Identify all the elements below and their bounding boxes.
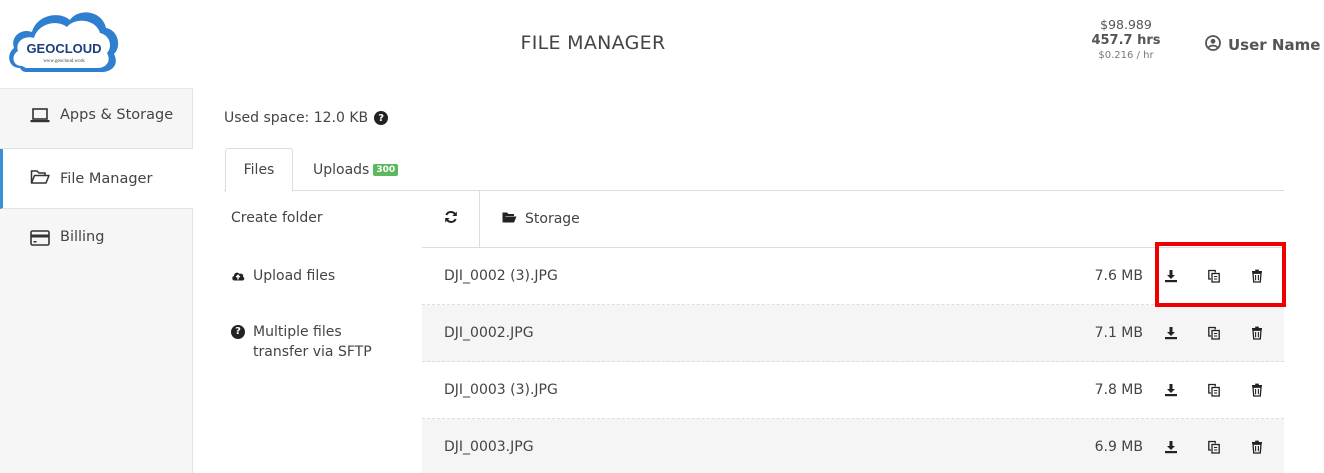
trash-icon[interactable] bbox=[1250, 326, 1264, 340]
file-row[interactable]: DJI_0003.JPG 6.9 MB bbox=[422, 419, 1284, 473]
user-circle-icon bbox=[1205, 35, 1221, 55]
sftp-transfer-link[interactable]: ? Multiple files transfer via SFTP bbox=[231, 322, 372, 362]
question-circle-icon: ? bbox=[231, 325, 245, 339]
logo-url: www.geocloud.work bbox=[43, 59, 85, 64]
uploads-count-badge: 300 bbox=[373, 163, 399, 176]
file-browser: Storage DJI_0002 (3).JPG 7.6 MB DJI_0002… bbox=[422, 190, 1284, 473]
used-space-text: Used space: 12.0 KB bbox=[224, 110, 369, 126]
download-icon[interactable] bbox=[1164, 326, 1178, 340]
file-size: 7.8 MB bbox=[1094, 382, 1143, 398]
question-circle-icon[interactable]: ? bbox=[374, 111, 389, 125]
create-folder-button[interactable]: Create folder bbox=[231, 208, 323, 228]
file-name[interactable]: DJI_0003.JPG bbox=[444, 439, 534, 455]
breadcrumb-storage: Storage bbox=[525, 211, 580, 227]
file-name[interactable]: DJI_0002.JPG bbox=[444, 325, 534, 341]
sftp-line-2: transfer via SFTP bbox=[253, 344, 372, 360]
folder-open-icon bbox=[30, 168, 50, 190]
create-folder-label: Create folder bbox=[231, 210, 323, 226]
highlight-box bbox=[1155, 242, 1286, 307]
sidebar-item-label: Apps & Storage bbox=[60, 107, 174, 123]
browser-toolbar: Storage bbox=[422, 190, 1284, 248]
breadcrumb[interactable]: Storage bbox=[480, 211, 580, 228]
sftp-line-1: Multiple files bbox=[253, 324, 342, 340]
usage-summary: $98.989 457.7 hrs $0.216 / hr bbox=[1088, 18, 1164, 63]
tab-uploads-label: Uploads bbox=[313, 161, 370, 178]
user-menu[interactable]: User Name bbox=[1205, 35, 1320, 55]
sidebar: Apps & Storage File Manager Billing bbox=[0, 88, 193, 473]
sftp-label: Multiple files transfer via SFTP bbox=[253, 322, 372, 362]
tab-files[interactable]: Files bbox=[225, 148, 293, 192]
laptop-icon bbox=[30, 107, 50, 129]
hourly-rate: $0.216 / hr bbox=[1098, 50, 1154, 61]
hours-used: 457.7 hrs bbox=[1091, 33, 1161, 48]
trash-icon[interactable] bbox=[1250, 440, 1264, 454]
copy-icon[interactable] bbox=[1207, 383, 1221, 397]
copy-icon[interactable] bbox=[1207, 326, 1221, 340]
upload-files-label: Upload files bbox=[253, 268, 336, 284]
file-name[interactable]: DJI_0002 (3).JPG bbox=[444, 268, 558, 284]
tab-uploads[interactable]: Uploads 300 bbox=[313, 148, 399, 191]
sidebar-item-apps-storage[interactable]: Apps & Storage bbox=[0, 89, 192, 149]
used-space: Used space: 12.0 KB ? bbox=[224, 110, 389, 126]
file-row[interactable]: DJI_0002.JPG 7.1 MB bbox=[422, 305, 1284, 362]
sidebar-item-file-manager[interactable]: File Manager bbox=[0, 149, 193, 209]
copy-icon[interactable] bbox=[1207, 440, 1221, 454]
credit-card-icon bbox=[30, 229, 50, 251]
cloud-upload-icon bbox=[231, 266, 245, 289]
balance: $98.989 bbox=[1100, 17, 1152, 32]
sidebar-item-billing[interactable]: Billing bbox=[0, 209, 192, 269]
folder-icon bbox=[502, 211, 517, 228]
file-name[interactable]: DJI_0003 (3).JPG bbox=[444, 382, 558, 398]
file-size: 7.6 MB bbox=[1094, 268, 1143, 284]
sidebar-item-label: Billing bbox=[60, 229, 105, 245]
page-title: FILE MANAGER bbox=[520, 32, 666, 54]
file-size: 6.9 MB bbox=[1094, 439, 1143, 455]
refresh-icon bbox=[444, 210, 458, 228]
trash-icon[interactable] bbox=[1250, 383, 1264, 397]
sidebar-item-label: File Manager bbox=[60, 170, 153, 187]
header: GEOCLOUD www.geocloud.work FILE MANAGER … bbox=[0, 0, 1324, 88]
refresh-button[interactable] bbox=[422, 190, 480, 248]
download-icon[interactable] bbox=[1164, 440, 1178, 454]
tab-bar: Files Uploads 300 bbox=[224, 148, 1284, 192]
tab-files-label: Files bbox=[243, 162, 275, 178]
download-icon[interactable] bbox=[1164, 383, 1178, 397]
file-size: 7.1 MB bbox=[1094, 325, 1143, 341]
upload-files-button[interactable]: Upload files bbox=[231, 266, 335, 289]
user-name: User Name bbox=[1228, 36, 1321, 54]
file-row[interactable]: DJI_0003 (3).JPG 7.8 MB bbox=[422, 362, 1284, 419]
